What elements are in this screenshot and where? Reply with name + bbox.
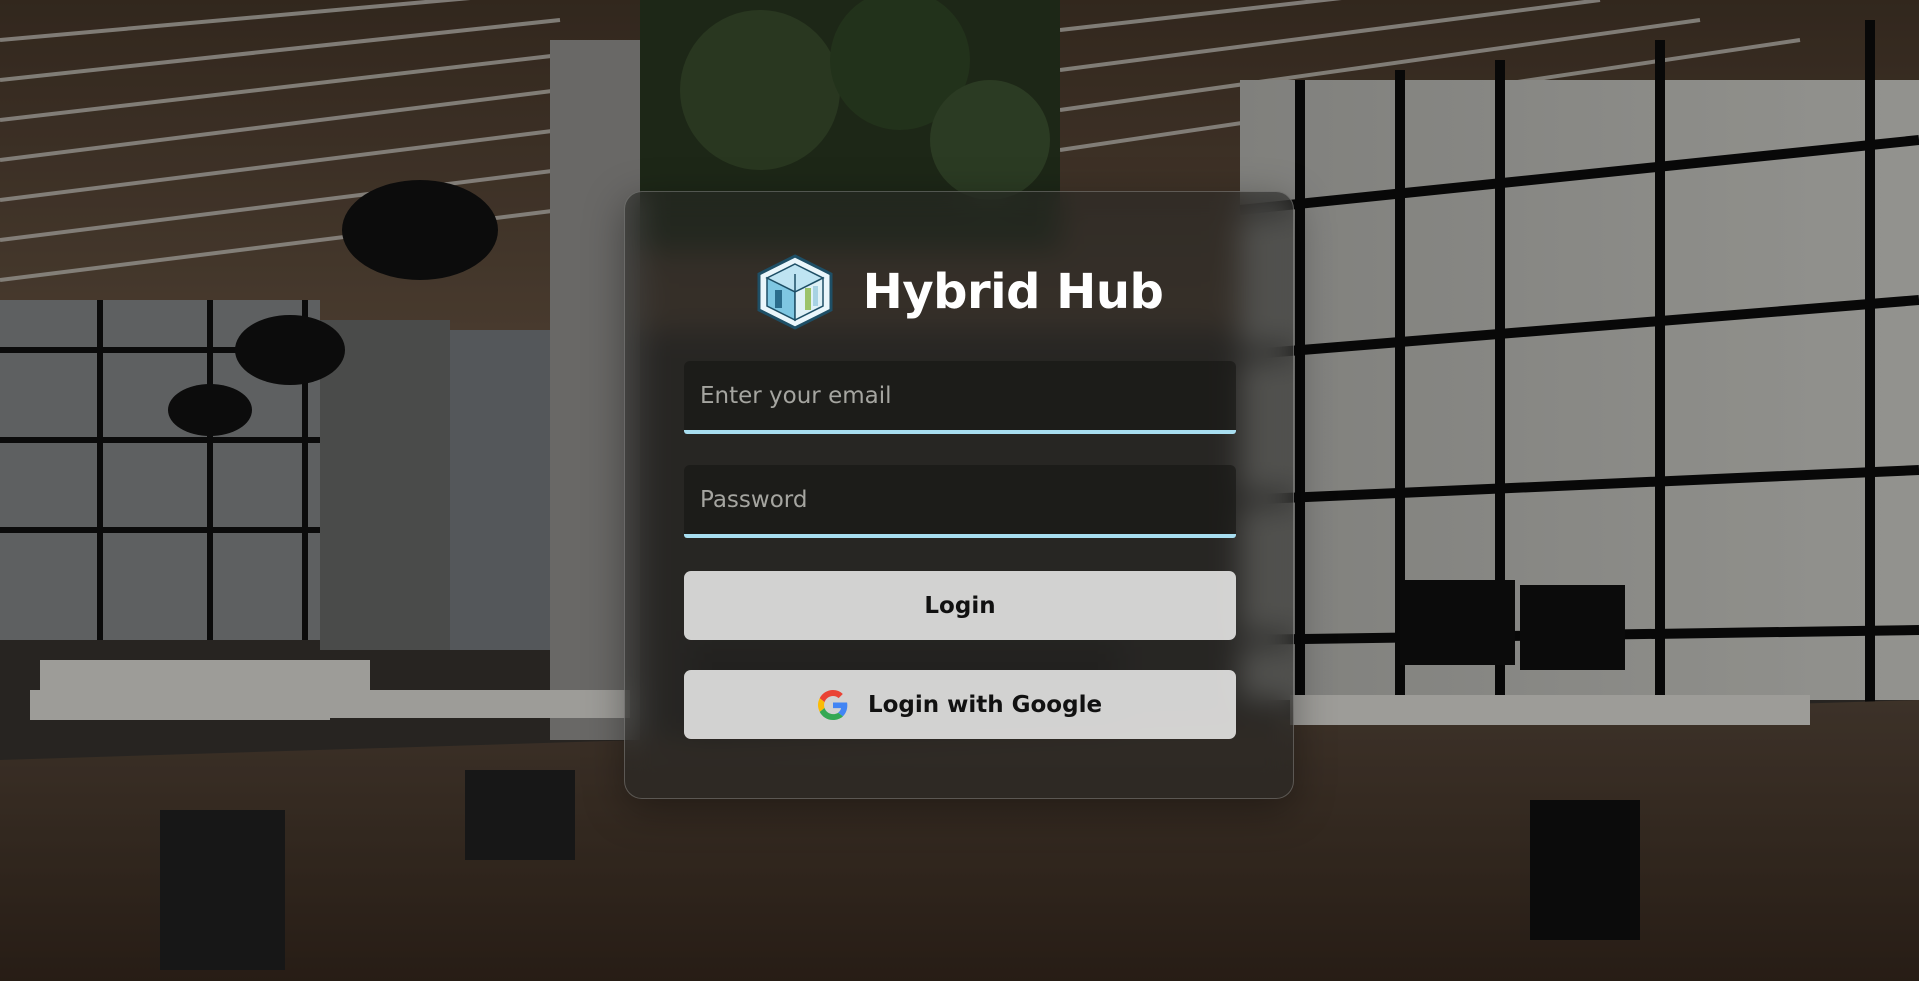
login-page: Hybrid Hub Login Login with Google [0, 0, 1919, 981]
app-title: Hybrid Hub [862, 264, 1164, 320]
login-button-label: Login [924, 592, 996, 619]
login-button[interactable]: Login [684, 571, 1236, 640]
brand-header: Hybrid Hub [625, 252, 1293, 332]
hybrid-hub-logo-icon [757, 254, 833, 330]
login-card: Hybrid Hub Login Login with Google [624, 191, 1294, 799]
google-icon [817, 689, 848, 720]
google-button-label: Login with Google [867, 691, 1103, 718]
email-input[interactable] [684, 361, 1236, 434]
password-input[interactable] [684, 465, 1236, 538]
login-with-google-button[interactable]: Login with Google [684, 670, 1236, 739]
